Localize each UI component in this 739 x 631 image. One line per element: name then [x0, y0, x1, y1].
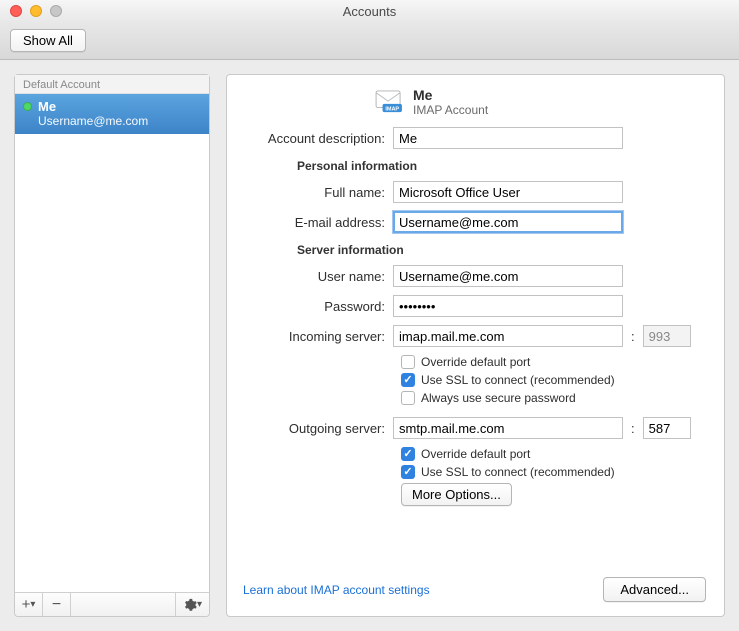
- accounts-sidebar: Default Account Me Username@me.com + −: [14, 74, 210, 617]
- incoming-use-ssl-checkbox[interactable]: [401, 373, 415, 387]
- label-use-ssl: Use SSL to connect (recommended): [421, 373, 615, 387]
- sidebar-account-row[interactable]: Me Username@me.com: [15, 94, 209, 134]
- sidebar-header: Default Account: [15, 75, 209, 94]
- sidebar-account-email: Username@me.com: [38, 114, 148, 128]
- label-username: User name:: [235, 269, 393, 284]
- account-details-panel: IMAP Me IMAP Account Account description…: [226, 74, 725, 617]
- incoming-override-port-checkbox[interactable]: [401, 355, 415, 369]
- status-online-icon: [23, 102, 32, 111]
- label-fullname: Full name:: [235, 185, 393, 200]
- outgoing-override-port-checkbox[interactable]: [401, 447, 415, 461]
- mail-imap-icon: IMAP: [375, 90, 403, 114]
- colon-separator-2: :: [631, 421, 635, 436]
- outgoing-port-field[interactable]: [643, 417, 691, 439]
- window-title: Accounts: [0, 4, 739, 19]
- label-override-port: Override default port: [421, 355, 530, 369]
- user-name-field[interactable]: [393, 265, 623, 287]
- incoming-server-field[interactable]: [393, 325, 623, 347]
- label-incoming: Incoming server:: [235, 329, 393, 344]
- more-options-button[interactable]: More Options...: [401, 483, 512, 506]
- label-override-port-out: Override default port: [421, 447, 530, 461]
- full-name-field[interactable]: [393, 181, 623, 203]
- learn-imap-link[interactable]: Learn about IMAP account settings: [243, 583, 430, 597]
- show-all-button[interactable]: Show All: [10, 29, 86, 52]
- incoming-port-field[interactable]: [643, 325, 691, 347]
- email-field[interactable]: [393, 211, 623, 233]
- label-description: Account description:: [235, 131, 393, 146]
- remove-account-button[interactable]: −: [43, 593, 71, 616]
- incoming-secure-password-checkbox[interactable]: [401, 391, 415, 405]
- sidebar-footer: + −: [15, 592, 209, 616]
- password-field[interactable]: [393, 295, 623, 317]
- colon-separator: :: [631, 329, 635, 344]
- toolbar: Show All: [0, 22, 739, 60]
- label-use-ssl-out: Use SSL to connect (recommended): [421, 465, 615, 479]
- sidebar-account-name: Me: [38, 99, 148, 114]
- account-name-heading: Me: [413, 87, 488, 103]
- gear-icon[interactable]: [175, 593, 209, 616]
- section-server-info: Server information: [297, 243, 706, 257]
- titlebar: Accounts: [0, 0, 739, 22]
- svg-text:IMAP: IMAP: [385, 106, 399, 112]
- advanced-button[interactable]: Advanced...: [603, 577, 706, 602]
- label-email: E-mail address:: [235, 215, 393, 230]
- outgoing-use-ssl-checkbox[interactable]: [401, 465, 415, 479]
- label-password: Password:: [235, 299, 393, 314]
- label-secure-password: Always use secure password: [421, 391, 576, 405]
- account-type-label: IMAP Account: [413, 103, 488, 117]
- label-outgoing: Outgoing server:: [235, 421, 393, 436]
- add-account-button[interactable]: +: [15, 593, 43, 616]
- outgoing-server-field[interactable]: [393, 417, 623, 439]
- section-personal-info: Personal information: [297, 159, 706, 173]
- account-description-field[interactable]: [393, 127, 623, 149]
